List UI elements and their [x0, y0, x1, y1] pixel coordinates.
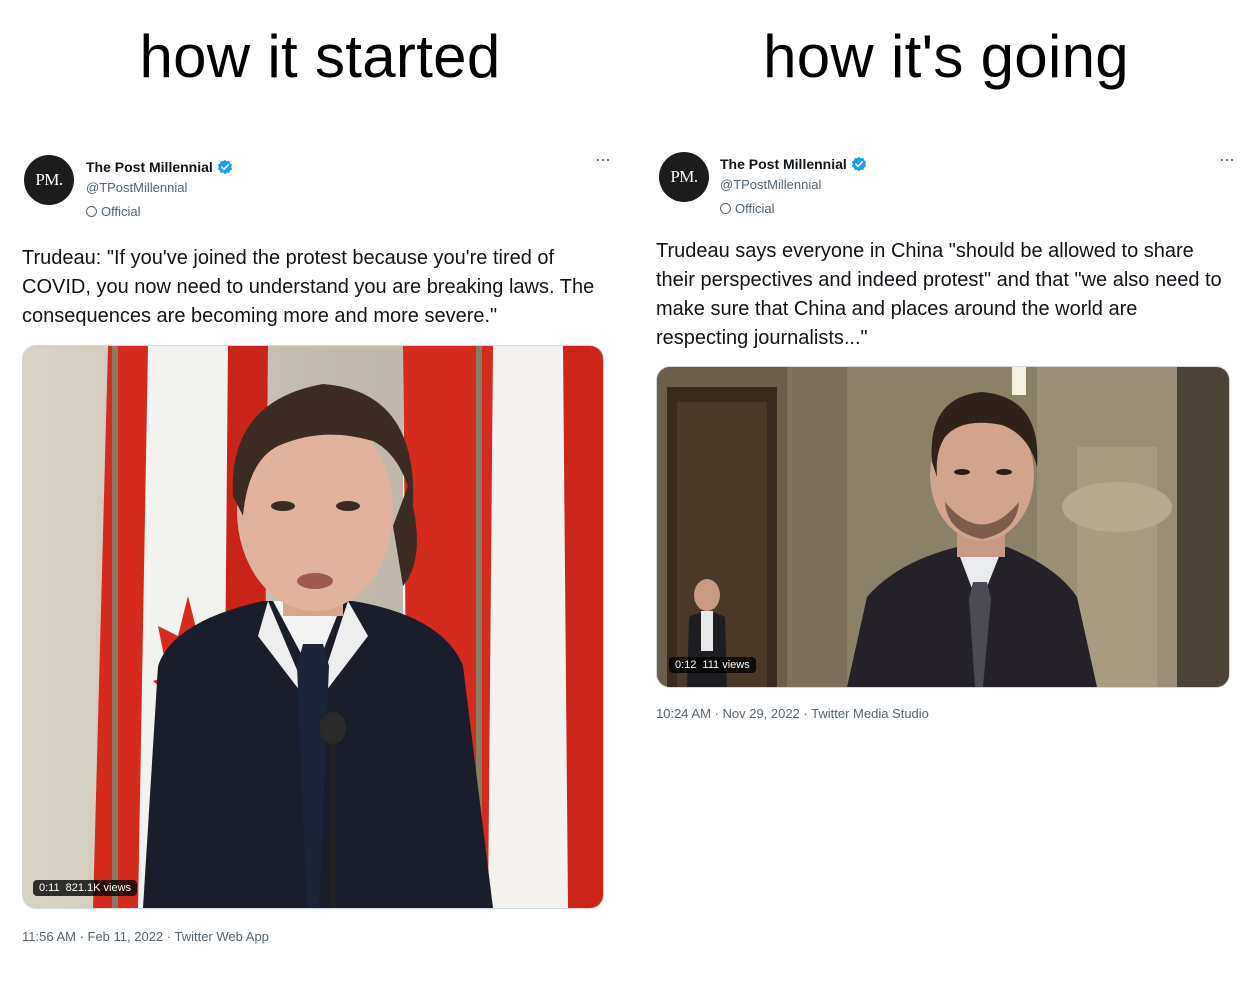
official-label-icon — [86, 206, 97, 217]
caption-how-it-started: how it started — [139, 23, 501, 90]
official-label-text: Official — [101, 204, 141, 219]
official-label-icon — [720, 203, 731, 214]
tweet-header: PM. The Post Millennial @TPostMillennial… — [656, 140, 1236, 226]
official-label-text: Official — [735, 201, 775, 216]
video-frame-hallway — [657, 367, 1229, 687]
video-views: 111 views — [702, 659, 750, 671]
video-views: 821.1K views — [65, 882, 132, 894]
avatar[interactable]: PM. — [24, 155, 74, 205]
account-handle[interactable]: @TPostMillennial — [720, 177, 821, 192]
avatar[interactable]: PM. — [659, 152, 709, 202]
more-options-icon[interactable]: ··· — [595, 150, 611, 168]
verified-badge-icon — [851, 156, 866, 172]
account-name-row: The Post Millennial — [86, 159, 233, 175]
video-info-badge: 0:12 111 views — [669, 657, 756, 673]
more-options-icon[interactable]: ··· — [1219, 150, 1235, 168]
account-name[interactable]: The Post Millennial — [86, 159, 213, 175]
tweet-video[interactable]: 0:11 821.1K views — [22, 345, 604, 909]
tweet-left: PM. The Post Millennial @TPostMillennial… — [22, 140, 612, 944]
video-info-badge: 0:11 821.1K views — [33, 880, 138, 896]
verified-badge-icon — [217, 159, 232, 175]
official-label: Official — [720, 201, 775, 216]
video-duration: 0:12 — [675, 659, 697, 671]
tweet-timestamp[interactable]: 10:24 AM · Nov 29, 2022 · Twitter Media … — [656, 706, 1236, 721]
video-frame-press-conference — [23, 346, 603, 908]
tweet-video[interactable]: 0:12 111 views — [656, 366, 1230, 688]
video-duration: 0:11 — [39, 882, 60, 894]
caption-how-its-going: how it's going — [763, 23, 1129, 90]
tweet-timestamp[interactable]: 11:56 AM · Feb 11, 2022 · Twitter Web Ap… — [22, 929, 612, 944]
tweet-header: PM. The Post Millennial @TPostMillennial… — [22, 140, 612, 230]
account-name[interactable]: The Post Millennial — [720, 156, 847, 172]
official-label: Official — [86, 204, 141, 219]
tweet-text: Trudeau says everyone in China "should b… — [656, 240, 1222, 349]
account-name-row: The Post Millennial — [720, 156, 867, 172]
tweet-text: Trudeau: "If you've joined the protest b… — [22, 247, 595, 327]
tweet-right: PM. The Post Millennial @TPostMillennial… — [656, 140, 1236, 721]
account-handle[interactable]: @TPostMillennial — [86, 180, 187, 195]
